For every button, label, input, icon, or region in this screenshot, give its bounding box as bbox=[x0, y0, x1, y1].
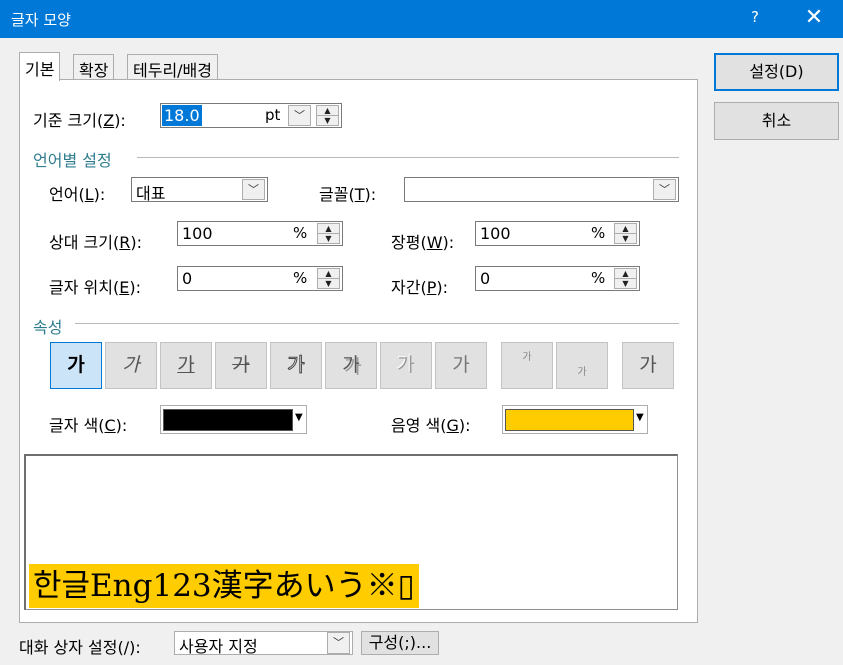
text-color-swatch bbox=[163, 409, 293, 431]
subscript-button[interactable]: 가 bbox=[556, 342, 608, 389]
char-spacing-field[interactable]: 0 % ▲ ▼ bbox=[475, 266, 640, 291]
language-select[interactable]: 대표 ﹀ bbox=[131, 177, 268, 203]
spin-down-icon[interactable]: ▼ bbox=[318, 279, 339, 289]
spin-up-icon[interactable]: ▲ bbox=[615, 269, 636, 279]
spin-down-icon[interactable]: ▼ bbox=[615, 279, 636, 289]
chevron-down-icon[interactable]: ▼ bbox=[295, 412, 303, 423]
section-divider bbox=[137, 157, 679, 158]
title-bar: 글자 모양 ? ✕ bbox=[0, 0, 843, 38]
config-button[interactable]: 구성(;)... bbox=[361, 631, 439, 655]
spin-up-icon[interactable]: ▲ bbox=[318, 269, 339, 279]
close-button[interactable]: ✕ bbox=[799, 2, 829, 34]
base-size-label: 기준 크기(Z): bbox=[33, 111, 126, 130]
preview-area: 한글Eng123漢字あいう※▯ bbox=[24, 454, 678, 610]
shade-color-label: 음영 색(G): bbox=[391, 416, 471, 435]
attribute-section-title: 속성 bbox=[33, 318, 63, 337]
base-size-unit: pt bbox=[265, 106, 281, 124]
width-ratio-field[interactable]: 100 % ▲ ▼ bbox=[475, 221, 640, 246]
width-ratio-label: 장평(W): bbox=[391, 233, 455, 252]
base-size-dropdown-icon[interactable]: ﹀ bbox=[288, 105, 311, 126]
strikethrough-button[interactable]: 가 bbox=[215, 342, 267, 389]
language-section-title: 언어별 설정 bbox=[33, 151, 112, 170]
relative-size-spinner[interactable]: ▲ ▼ bbox=[317, 223, 340, 244]
font-label: 글꼴(T): bbox=[319, 185, 377, 204]
chevron-down-icon[interactable]: ▼ bbox=[636, 412, 644, 423]
spin-down-icon[interactable]: ▼ bbox=[318, 234, 339, 244]
font-select[interactable]: ﹀ bbox=[404, 177, 679, 202]
window-title: 글자 모양 bbox=[11, 11, 71, 29]
chevron-down-icon[interactable]: ﹀ bbox=[327, 632, 350, 654]
preview-sample-text: 한글Eng123漢字あいう※▯ bbox=[29, 564, 419, 608]
language-label: 언어(L): bbox=[49, 185, 106, 204]
char-position-field[interactable]: 0 % ▲ ▼ bbox=[177, 266, 343, 291]
dialog-setting-label: 대화 상자 설정(/): bbox=[19, 638, 141, 657]
relative-size-field[interactable]: 100 % ▲ ▼ bbox=[177, 221, 343, 246]
base-size-spinner[interactable]: ▲ ▼ bbox=[316, 105, 339, 126]
underline-button[interactable]: 가 bbox=[160, 342, 212, 389]
superscript-button[interactable]: 가 bbox=[501, 342, 553, 389]
tab-basic[interactable]: 기본 bbox=[19, 52, 61, 81]
width-ratio-spinner[interactable]: ▲ ▼ bbox=[614, 223, 637, 244]
help-button[interactable]: ? bbox=[751, 8, 759, 26]
tab-extended[interactable]: 확장 bbox=[73, 54, 115, 80]
text-color-picker[interactable]: ▼ bbox=[160, 405, 307, 434]
base-size-value[interactable]: 18.0 bbox=[162, 105, 202, 126]
italic-button[interactable]: 가 bbox=[105, 342, 157, 389]
shade-color-swatch bbox=[505, 409, 634, 431]
emboss-button[interactable]: 가 bbox=[380, 342, 432, 389]
section-divider bbox=[75, 323, 679, 324]
base-size-field[interactable]: 18.0 pt ﹀ ▲ ▼ bbox=[160, 103, 342, 128]
spin-up-icon[interactable]: ▲ bbox=[318, 224, 339, 234]
shadow-button[interactable]: 가 bbox=[325, 342, 377, 389]
chevron-down-icon[interactable]: ﹀ bbox=[653, 179, 676, 200]
spin-down-icon[interactable]: ▼ bbox=[615, 234, 636, 244]
outline-button[interactable]: 가 bbox=[270, 342, 322, 389]
engrave-button[interactable]: 가 bbox=[435, 342, 487, 389]
spin-up-icon[interactable]: ▲ bbox=[615, 224, 636, 234]
char-spacing-label: 자간(P): bbox=[391, 278, 448, 297]
cancel-button[interactable]: 취소 bbox=[714, 102, 839, 140]
relative-size-label: 상대 크기(R): bbox=[49, 233, 142, 252]
text-color-label: 글자 색(C): bbox=[49, 416, 128, 435]
char-position-label: 글자 위치(E): bbox=[49, 278, 141, 297]
normal-button[interactable]: 가 bbox=[622, 342, 674, 389]
dialog-setting-select[interactable]: 사용자 지정 ﹀ bbox=[174, 631, 353, 656]
tab-border-background[interactable]: 테두리/배경 bbox=[127, 54, 218, 80]
bold-button[interactable]: 가 bbox=[50, 342, 102, 389]
shade-color-picker[interactable]: ▼ bbox=[502, 405, 648, 434]
ok-button[interactable]: 설정(D) bbox=[714, 53, 839, 91]
spin-up-icon[interactable]: ▲ bbox=[317, 106, 338, 116]
spin-down-icon[interactable]: ▼ bbox=[317, 116, 338, 126]
char-spacing-spinner[interactable]: ▲ ▼ bbox=[614, 268, 637, 289]
char-position-spinner[interactable]: ▲ ▼ bbox=[317, 268, 340, 289]
chevron-down-icon[interactable]: ﹀ bbox=[242, 179, 265, 200]
